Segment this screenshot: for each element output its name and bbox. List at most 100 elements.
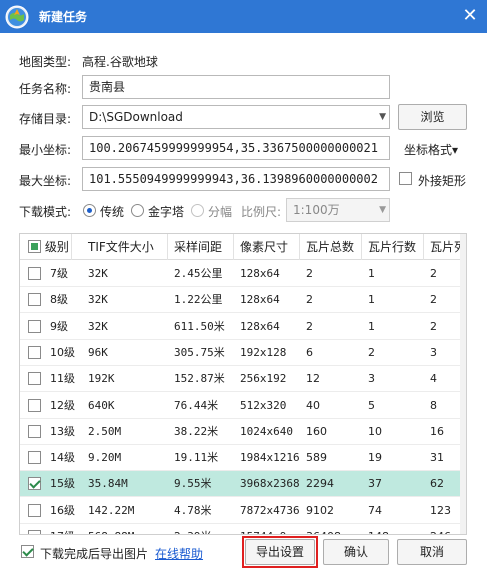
max-coord-label: 最大坐标: bbox=[19, 174, 72, 188]
table-cell: 2.39米 bbox=[168, 524, 234, 534]
cancel-button[interactable]: 取消 bbox=[397, 539, 467, 565]
storage-label: 存储目录: bbox=[19, 112, 72, 126]
header-sampling[interactable]: 采样间距 bbox=[168, 234, 234, 260]
table-cell: 9.55米 bbox=[174, 477, 212, 491]
table-cell: 3968x2368 bbox=[240, 477, 300, 491]
close-icon[interactable]: ✕ bbox=[462, 5, 477, 26]
mode-traditional-radio[interactable] bbox=[83, 204, 96, 217]
title-bar: 新建任务 ✕ bbox=[0, 0, 487, 33]
header-tile-rows[interactable]: 瓦片行数 bbox=[362, 234, 424, 260]
scale-value: 1:100万 bbox=[293, 203, 340, 217]
table-cell: 148 bbox=[362, 524, 424, 534]
online-help-link[interactable]: 在线帮助 bbox=[155, 545, 203, 562]
table-cell: 19 bbox=[368, 451, 382, 465]
min-coord-input[interactable]: 100.2067459999999954,35.3367500000000021 bbox=[82, 136, 390, 160]
dropdown-arrow-icon[interactable]: ▼ bbox=[379, 106, 386, 128]
task-name-input[interactable]: 贵南县 bbox=[82, 75, 390, 99]
header-tile-total[interactable]: 瓦片总数 bbox=[300, 234, 362, 260]
mode-pyramid-radio[interactable] bbox=[131, 204, 144, 217]
table-cell: 7872x4736 bbox=[240, 503, 300, 517]
table-cell: 10 bbox=[368, 424, 382, 438]
table-cell: 11级 bbox=[50, 372, 75, 386]
storage-combobox[interactable]: D:\SGDownload ▼ bbox=[82, 105, 390, 129]
table-cell: 256x192 bbox=[240, 372, 287, 386]
table-row[interactable]: 12级 640K 76.44米 512x320 40 5 8 bbox=[20, 393, 466, 419]
table-row[interactable]: 9级 32K 611.50米 128x64 2 1 2 bbox=[20, 314, 466, 340]
row-checkbox[interactable] bbox=[28, 372, 41, 386]
select-all-checkbox[interactable] bbox=[28, 240, 41, 253]
table-cell: 32K bbox=[88, 319, 108, 333]
table-cell: 568.88M bbox=[82, 524, 168, 534]
table-cell: 2294 bbox=[306, 477, 334, 491]
table-row[interactable]: 8级 32K 1.22公里 128x64 2 1 2 bbox=[20, 287, 466, 314]
table-cell: 611.50米 bbox=[174, 319, 225, 333]
header-tif-size[interactable]: TIF文件大小 bbox=[82, 234, 168, 260]
table-cell: 15级 bbox=[50, 477, 75, 491]
outer-rect-label: 外接矩形 bbox=[418, 174, 467, 188]
table-row[interactable]: 15级 35.84M 9.55米 3968x2368 2294 37 62 bbox=[20, 471, 466, 498]
table-cell: 37 bbox=[368, 477, 382, 491]
row-checkbox[interactable] bbox=[28, 293, 41, 307]
mode-pyramid-label: 金字塔 bbox=[148, 205, 185, 219]
row-checkbox[interactable] bbox=[28, 398, 41, 412]
table-cell: 152.87米 bbox=[174, 372, 225, 386]
table-cell: 35.84M bbox=[88, 477, 128, 491]
scale-label: 比例尺: bbox=[241, 205, 282, 219]
scale-select[interactable]: 1:100万 ▼ bbox=[286, 198, 390, 222]
row-checkbox[interactable] bbox=[28, 424, 41, 438]
row-checkbox[interactable] bbox=[28, 345, 41, 359]
table-header: 级别 TIF文件大小 采样间距 像素尺寸 瓦片总数 瓦片行数 瓦片列 bbox=[20, 234, 466, 260]
table-cell: 2 bbox=[306, 267, 313, 280]
table-row[interactable]: 17级568.88M2.39米15744x9…36408148246 bbox=[20, 524, 466, 534]
outer-rect-checkbox[interactable] bbox=[399, 172, 412, 185]
table-row[interactable]: 14级 9.20M 19.11米 1984x1216 589 19 31 bbox=[20, 445, 466, 472]
table-row[interactable]: 7级 32K 2.45公里 128x64 2 1 2 bbox=[20, 261, 466, 287]
export-settings-button[interactable]: 导出设置 bbox=[245, 539, 315, 565]
table-row[interactable]: 10级 96K 305.75米 192x128 6 2 3 bbox=[20, 340, 466, 366]
table-cell: 9级 bbox=[50, 319, 68, 333]
browse-button[interactable]: 浏览 bbox=[398, 104, 467, 130]
table-row[interactable]: 13级 2.50M 38.22米 1024x640 160 10 16 bbox=[20, 419, 466, 445]
row-checkbox[interactable] bbox=[28, 530, 41, 534]
row-checkbox[interactable] bbox=[28, 267, 41, 280]
download-mode-label: 下载模式: bbox=[19, 205, 72, 219]
header-pixel-size[interactable]: 像素尺寸 bbox=[234, 234, 300, 260]
table-cell: 5 bbox=[368, 398, 375, 412]
table-cell: 9102 bbox=[306, 503, 334, 517]
row-checkbox[interactable] bbox=[28, 503, 41, 517]
cancel-label: 取消 bbox=[419, 545, 444, 559]
table-cell: 640K bbox=[88, 398, 115, 412]
vertical-scrollbar[interactable] bbox=[460, 234, 466, 534]
header-level[interactable]: 级别 bbox=[20, 234, 72, 260]
coord-format-dropdown[interactable]: 坐标格式▾ bbox=[404, 141, 458, 158]
table-cell: 305.75米 bbox=[174, 345, 225, 359]
table-cell: 128x64 bbox=[240, 319, 280, 333]
table-cell: 13级 bbox=[50, 424, 75, 438]
table-row[interactable]: 11级 192K 152.87米 256x192 12 3 4 bbox=[20, 366, 466, 393]
window-title: 新建任务 bbox=[39, 10, 88, 24]
table-cell: 9.20M bbox=[88, 451, 122, 465]
mode-sheet-radio[interactable] bbox=[191, 204, 204, 217]
level-table[interactable]: 级别 TIF文件大小 采样间距 像素尺寸 瓦片总数 瓦片行数 瓦片列 7级 32K… bbox=[19, 233, 467, 535]
table-cell: 160 bbox=[306, 424, 327, 438]
table-cell: 142.22M bbox=[88, 503, 135, 517]
map-type-value: 高程.谷歌地球 bbox=[82, 55, 158, 69]
row-checkbox[interactable] bbox=[28, 319, 41, 333]
max-coord-value: 101.5550949999999943,36.1398960000000002 bbox=[89, 172, 378, 186]
max-coord-input[interactable]: 101.5550949999999943,36.1398960000000002 bbox=[82, 167, 390, 191]
confirm-button[interactable]: 确认 bbox=[323, 539, 389, 565]
close-button[interactable]: ✕ bbox=[453, 0, 487, 33]
export-after-checkbox[interactable] bbox=[21, 545, 34, 558]
table-cell: 192K bbox=[88, 372, 115, 386]
storage-value: D:\SGDownload bbox=[89, 110, 183, 124]
table-cell: 6 bbox=[306, 345, 313, 359]
table-cell: 192x128 bbox=[240, 345, 287, 359]
table-cell: 40 bbox=[306, 398, 320, 412]
table-cell: 14级 bbox=[50, 451, 75, 465]
table-row[interactable]: 16级 142.22M 4.78米 7872x4736 9102 74 123 bbox=[20, 498, 466, 524]
table-cell: 1024x640 bbox=[240, 424, 293, 438]
row-checkbox[interactable] bbox=[28, 451, 41, 465]
dropdown-arrow-icon[interactable]: ▼ bbox=[379, 199, 386, 221]
task-name-label: 任务名称: bbox=[19, 82, 72, 96]
row-checkbox[interactable] bbox=[28, 477, 41, 491]
